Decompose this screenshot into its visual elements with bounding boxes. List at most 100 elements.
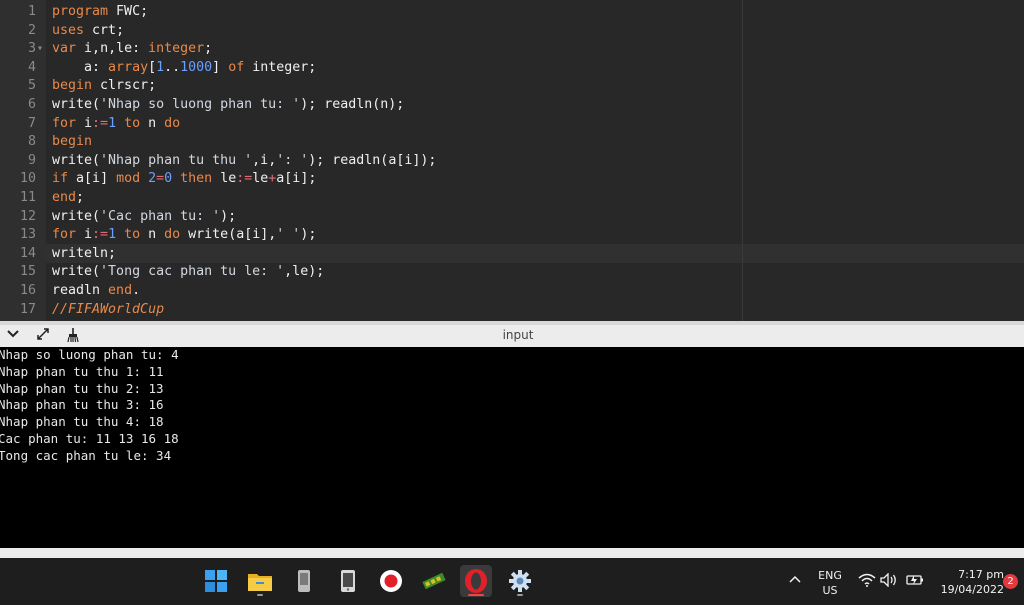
windows-start-icon [205,570,227,592]
chevron-up-icon[interactable] [788,572,802,590]
screen-recorder-button[interactable] [375,565,407,597]
line-number: 5 [27,78,36,94]
code-token: i [76,227,93,243]
code-token: ( [92,96,101,112]
code-text: for i:=1 to n do write(a[i],' '); [52,226,316,245]
code-token: clrscr [92,78,149,94]
code-token: 2 [140,171,157,187]
code-token: n [140,227,157,243]
code-token: ' ' [276,227,301,243]
code-token: if [52,171,69,187]
code-token: ]); [412,152,437,168]
code-editor[interactable]: 1 program FWC; 2 uses crt; 3 ▾ var i,n,le: int… [0,0,1024,321]
opera-browser-button[interactable] [460,565,492,597]
line-number: 16 [19,282,36,298]
code-text: write('Cac phan tu: '); [52,208,236,227]
code-token: FWC [108,4,141,19]
code-text: end; [52,189,84,208]
code-token: mod [108,171,141,187]
clock[interactable]: 7:17 pm 19/04/2022 [928,567,1004,597]
settings-button[interactable] [504,565,536,597]
code-token: ; [308,59,317,75]
code-text: program FWC; [52,3,148,22]
code-token: uses [52,22,85,38]
code-token: readln [316,96,373,112]
code-token: i [260,152,269,168]
code-token: 'Nhap so luong phan tu: ' [100,96,301,112]
code-token: end [100,282,133,298]
line-number: 9 [27,152,36,168]
code-token: crt [84,22,117,38]
line-number: 8 [27,134,36,150]
code-token: write [180,227,229,243]
code-token: ; [108,245,117,261]
code-token: to [116,115,141,131]
opera-browser-icon [465,569,487,593]
console-line: Nhap so luong phan tu: 4 [0,347,179,362]
code-token: := [92,115,109,131]
code-token: ; [116,22,125,38]
code-text: begin clrscr; [52,77,156,96]
file-explorer-button[interactable] [244,565,276,597]
code-text: write('Nhap so luong phan tu: '); readln… [52,96,404,115]
notification-badge[interactable]: 2 [1003,574,1018,589]
console-bottom-bar [0,548,1024,558]
code-token: le [116,41,133,57]
code-token: begin [52,134,93,150]
line-number: 11 [19,189,36,205]
code-token: write [52,264,93,280]
panel-resize-handle[interactable] [0,321,1024,325]
code-token: le [252,171,269,187]
line-number: 6 [27,96,36,112]
language-indicator[interactable]: ENG US [812,568,848,598]
clock-time: 7:17 pm [958,568,1004,581]
code-text: uses crt; [52,22,124,41]
code-text: begin [52,133,92,152]
code-token: 1000 [180,59,213,75]
code-token: for [52,227,77,243]
windows-start-button[interactable] [200,565,232,597]
line-number: 4 [27,59,36,75]
code-token: le [292,264,309,280]
code-token: a [68,171,85,187]
mobile-phone-icon [341,570,355,592]
code-token: 'Tong cac phan tu le: ' [100,264,285,280]
memory-module-button[interactable] [418,565,450,597]
wifi-icon[interactable] [858,573,876,590]
code-token: = [156,171,165,187]
code-token: .. [164,59,181,75]
line-number: 10 [19,171,36,187]
console-line: Cac phan tu: 11 13 16 18 [0,430,179,446]
code-text: var i,n,le: integer; [52,40,212,59]
file-explorer-icon [248,574,272,591]
mobile-phone-button[interactable] [332,565,364,597]
code-token: ; [148,78,157,94]
current-line-highlight [46,244,1024,263]
console-output[interactable]: Nhap so luong phan tu: 4 Nhap phan tu thu… [0,347,1024,548]
code-token: 'Cac phan tu: ' [100,208,221,224]
console-line: Nhap phan tu thu 3: 16 [0,397,164,413]
code-token: . [132,282,141,298]
line-number: 3 [27,41,36,57]
code-token: program [52,4,109,19]
code-token: end [52,189,77,205]
running-indicator [468,594,484,596]
io-panel-title: input [502,328,534,342]
code-token: ( [92,208,101,224]
line-number: 13 [19,227,36,243]
code-token: le [212,171,237,187]
code-token: ); [308,152,325,168]
code-token: , [268,152,277,168]
fold-arrow-icon[interactable]: ▾ [37,40,43,59]
memory-module-icon [422,572,446,590]
console-line: Nhap phan tu thu 4: 18 [0,414,164,430]
battery-icon[interactable] [904,573,924,590]
volume-icon[interactable] [880,572,898,590]
code-token: ); [300,96,317,112]
code-token: readln [324,152,381,168]
line-number: 17 [19,301,36,317]
code-token: i [92,171,101,187]
code-token: ); [388,96,405,112]
console-line: Nhap phan tu thu 2: 13 [0,380,164,396]
phone-device-button[interactable] [288,565,320,597]
